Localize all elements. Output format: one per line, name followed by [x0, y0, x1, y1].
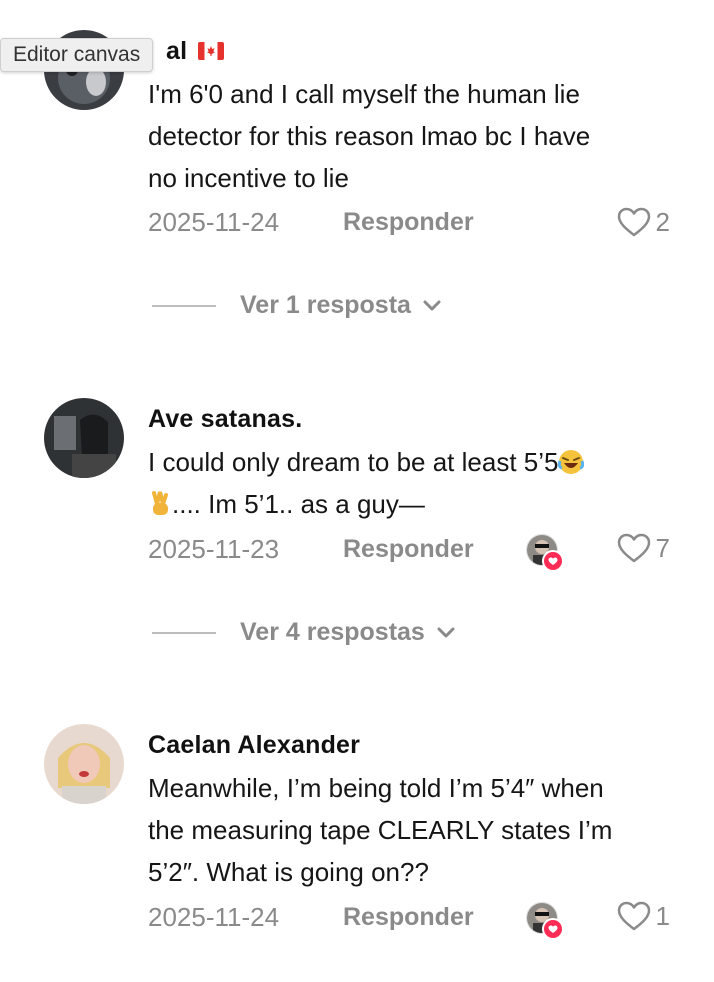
- view-replies-label: Ver 4 respostas: [240, 618, 425, 646]
- comment-body: I'm 6'0 and I call myself the human lie …: [148, 73, 688, 199]
- like-button[interactable]: 7: [616, 532, 670, 564]
- comment-body-line: detector for this reason lmao bc I have: [148, 121, 591, 151]
- chevron-down-icon: [437, 627, 455, 637]
- like-count: 1: [655, 900, 670, 931]
- avatar[interactable]: [44, 398, 124, 478]
- comment-body-line: Meanwhile, I’m being told I’m 5’4″ when: [148, 773, 604, 803]
- canada-flag-icon: [198, 42, 225, 60]
- victory-hand-emoji-icon: [152, 491, 168, 515]
- heart-icon: [617, 901, 650, 931]
- comment-body-line: the measuring tape CLEARLY states I’m: [148, 815, 613, 845]
- comment-date: 2025-11-24: [148, 207, 280, 237]
- comment-body-line: .... Im 5’1.. as a guy—: [148, 483, 688, 525]
- replies-divider: [152, 632, 216, 634]
- comment-body-text: .... Im 5’1.. as a guy—: [172, 489, 425, 519]
- comment-date: 2025-11-23: [148, 534, 280, 564]
- heart-icon: [617, 533, 650, 563]
- reply-button[interactable]: Responder: [343, 903, 474, 932]
- comment-body-text: I could only dream to be at least 5’5: [148, 447, 559, 477]
- comment-body: Meanwhile, I’m being told I’m 5’4″ when …: [148, 767, 688, 893]
- view-replies-button[interactable]: Ver 4 respostas: [240, 618, 457, 647]
- comment-author-name[interactable]: al: [166, 37, 225, 66]
- heart-icon: [617, 207, 650, 237]
- avatar[interactable]: [44, 724, 124, 804]
- comment-body-line: 5’2″. What is going on??: [148, 857, 429, 887]
- heart-badge-icon: [542, 918, 564, 940]
- view-replies-label: Ver 1 resposta: [240, 291, 411, 319]
- chevron-down-icon: [423, 300, 441, 310]
- comment-date: 2025-11-24: [148, 902, 280, 932]
- comment-body: I could only dream to be at least 5’5 ..…: [148, 441, 688, 525]
- crying-laughing-emoji-icon: [558, 450, 585, 474]
- like-button[interactable]: 2: [616, 206, 670, 238]
- comment-body-line: I could only dream to be at least 5’5: [148, 441, 688, 483]
- like-count: 7: [655, 532, 670, 563]
- author-name-text: al: [166, 37, 188, 65]
- comment-body-line: I'm 6'0 and I call myself the human lie: [148, 79, 580, 109]
- like-button[interactable]: 1: [616, 900, 670, 932]
- like-count: 2: [655, 206, 670, 237]
- heart-badge-icon: [542, 550, 564, 572]
- view-replies-button[interactable]: Ver 1 resposta: [240, 291, 443, 320]
- editor-canvas-tooltip: Editor canvas: [0, 38, 154, 72]
- comment-body-line: no incentive to lie: [148, 163, 349, 193]
- creator-liked-avatar: [526, 902, 564, 940]
- reply-button[interactable]: Responder: [343, 208, 474, 237]
- creator-liked-avatar: [526, 534, 564, 572]
- comment-author-name[interactable]: Caelan Alexander: [148, 731, 360, 760]
- replies-divider: [152, 305, 216, 307]
- reply-button[interactable]: Responder: [343, 535, 474, 564]
- comment-author-name[interactable]: Ave satanas.: [148, 405, 302, 434]
